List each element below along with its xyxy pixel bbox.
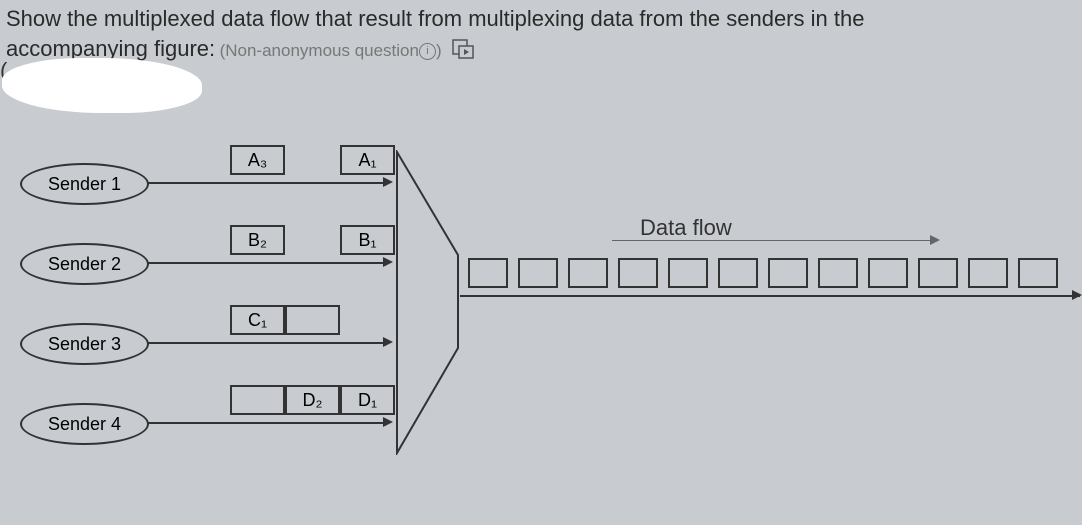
- output-slot: [718, 258, 758, 288]
- packet-d2: D₂: [285, 385, 340, 415]
- sender-3-label: Sender 3: [48, 334, 121, 355]
- dataflow-label: Data flow: [640, 215, 732, 241]
- output-slot: [768, 258, 808, 288]
- sender-1-packets: A₃ A₁: [230, 145, 395, 175]
- sender-3-line: [147, 342, 387, 344]
- output-slot: [618, 258, 658, 288]
- sender-3-packets: C₁: [230, 305, 395, 335]
- redaction-mark: [2, 58, 202, 113]
- dataflow-arrow-head: [930, 235, 940, 245]
- sender-1-line: [147, 182, 387, 184]
- question-hint: (Non-anonymous question: [220, 41, 419, 60]
- question-line2: accompanying figure:: [6, 36, 215, 61]
- output-slot: [818, 258, 858, 288]
- sender-2-packets: B₂ B₁: [230, 225, 395, 255]
- sender-3-arrow: [383, 337, 393, 347]
- packet-empty: [285, 145, 340, 175]
- sender-4-arrow: [383, 417, 393, 427]
- sender-4-label: Sender 4: [48, 414, 121, 435]
- output-arrow: [1072, 290, 1082, 300]
- media-icon: [452, 39, 474, 64]
- output-slot: [968, 258, 1008, 288]
- sender-2-label: Sender 2: [48, 254, 121, 275]
- output-slot: [468, 258, 508, 288]
- mux-diagram: Sender 1 A₃ A₁ Sender 2 B₂ B₁ Sender 3 C…: [0, 130, 1082, 525]
- dataflow-arrow-line: [612, 240, 932, 241]
- sender-4-packets: D₂ D₁: [230, 385, 395, 415]
- sender-1-label: Sender 1: [48, 174, 121, 195]
- packet-empty: [340, 305, 395, 335]
- question-line1: Show the multiplexed data flow that resu…: [6, 6, 864, 31]
- output-slot: [1018, 258, 1058, 288]
- sender-4-oval: Sender 4: [20, 403, 149, 445]
- packet-a3: A₃: [230, 145, 285, 175]
- packet-c1: C₁: [230, 305, 285, 335]
- info-icon: i: [419, 43, 436, 60]
- output-slot: [868, 258, 908, 288]
- multiplexer-shape: [395, 150, 460, 455]
- sender-2-line: [147, 262, 387, 264]
- packet-empty-box: [285, 305, 340, 335]
- sender-2-arrow: [383, 257, 393, 267]
- hint-close-paren: ): [436, 41, 442, 60]
- packet-d1: D₁: [340, 385, 395, 415]
- packet-b1: B₁: [340, 225, 395, 255]
- output-slot: [518, 258, 558, 288]
- sender-3-oval: Sender 3: [20, 323, 149, 365]
- packet-empty-box: [230, 385, 285, 415]
- output-slots: [468, 258, 1068, 288]
- sender-4-line: [147, 422, 387, 424]
- output-line: [460, 295, 1080, 297]
- question-area: Show the multiplexed data flow that resu…: [0, 0, 1082, 68]
- packet-empty: [285, 225, 340, 255]
- sender-1-oval: Sender 1: [20, 163, 149, 205]
- output-slot: [568, 258, 608, 288]
- sender-1-arrow: [383, 177, 393, 187]
- sender-2-oval: Sender 2: [20, 243, 149, 285]
- packet-a1: A₁: [340, 145, 395, 175]
- output-slot: [668, 258, 708, 288]
- packet-b2: B₂: [230, 225, 285, 255]
- output-slot: [918, 258, 958, 288]
